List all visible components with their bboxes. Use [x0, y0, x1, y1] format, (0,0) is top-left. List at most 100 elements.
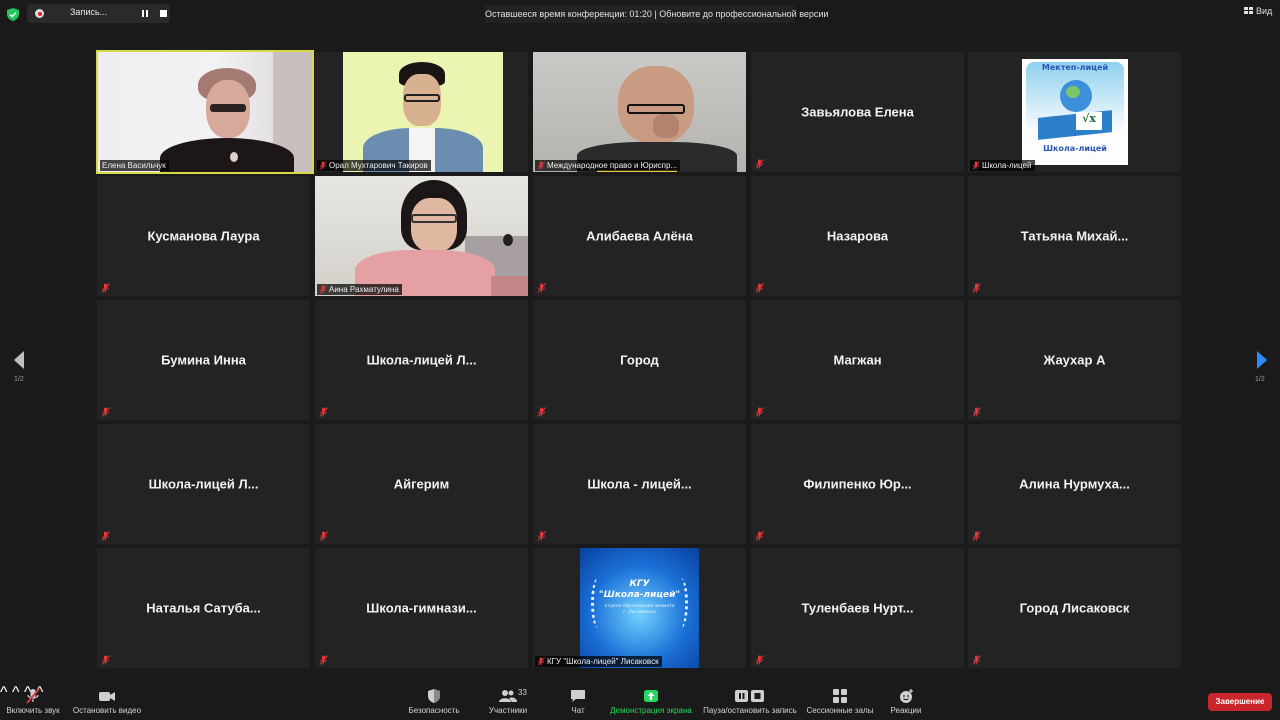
pause-stop-recording-button[interactable]: Пауза/остановить запись: [700, 684, 800, 720]
participant-tile[interactable]: Школа-лицей Л...: [97, 424, 310, 544]
participant-tile[interactable]: Международное право и Юриспр...: [533, 52, 746, 172]
logo-line-3: отдела образования акимата г. Лисаковска: [604, 604, 675, 615]
breakout-rooms-icon: [833, 689, 847, 703]
participant-tile[interactable]: Школа-лицей Л...: [315, 300, 528, 420]
participant-name: Жаухар А: [1043, 352, 1106, 368]
share-screen-icon: [644, 690, 658, 702]
participant-name: Орал Мухтарович Такиров: [329, 161, 428, 170]
breakout-rooms-button[interactable]: Сессионные залы: [804, 684, 876, 720]
record-icon: [35, 9, 44, 18]
pause-recording-icon[interactable]: [141, 10, 149, 18]
participant-tile[interactable]: Аина Рахматулина: [315, 176, 528, 296]
muted-microphone-icon: [101, 531, 110, 541]
unmute-button[interactable]: Включить звук: [2, 684, 64, 720]
participant-name: Город: [620, 352, 659, 368]
top-bar: Запись... Оставшееся время конференции: …: [0, 0, 1280, 28]
participant-tile[interactable]: √x Мектеп-лицей Школа-лицей Школа-лицей: [968, 52, 1181, 172]
participant-tile[interactable]: Алибаева Алёна: [533, 176, 746, 296]
participant-name: Школа-лицей Л...: [148, 476, 259, 492]
participant-name: Город Лисаковск: [1019, 600, 1130, 616]
muted-microphone-icon: [972, 161, 980, 170]
participant-tile[interactable]: Елена Васильчук: [96, 50, 314, 174]
muted-microphone-icon: [101, 407, 110, 417]
participant-tile[interactable]: Школа - лицей...: [533, 424, 746, 544]
participant-name: Елена Васильчук: [102, 161, 166, 170]
muted-microphone-icon: [319, 161, 327, 170]
participant-tile[interactable]: Школа-гимнази...: [315, 548, 528, 668]
page-indicator-right: 1/2: [1255, 376, 1265, 383]
chat-bubble-icon: [571, 690, 585, 702]
participant-tile[interactable]: Жаухар А: [968, 300, 1181, 420]
participant-tile[interactable]: Алина Нурмуха...: [968, 424, 1181, 544]
participant-tile[interactable]: Город: [533, 300, 746, 420]
recording-label: Запись...: [70, 7, 108, 17]
participant-name: КГУ "Школа-лицей" Лисаковск: [547, 657, 659, 666]
share-screen-button[interactable]: Демонстрация экрана: [606, 684, 696, 720]
participant-tile[interactable]: Айгерим: [315, 424, 528, 544]
video-camera-icon: [99, 692, 115, 701]
participant-name: Школа - лицей...: [587, 476, 692, 492]
end-meeting-button[interactable]: Завершение: [1208, 693, 1272, 711]
participant-tile[interactable]: Бумина Инна: [97, 300, 310, 420]
participant-name: Назарова: [826, 228, 889, 244]
muted-microphone-icon: [755, 531, 764, 541]
participant-name: Школа-лицей Л...: [366, 352, 477, 368]
participant-name: Айгерим: [393, 476, 450, 492]
participant-tile[interactable]: Завьялова Елена: [751, 52, 964, 172]
participant-name-tag: КГУ "Школа-лицей" Лисаковск: [535, 656, 662, 667]
chat-button[interactable]: Чат: [560, 684, 596, 720]
participant-tile[interactable]: Кусманова Лаура: [97, 176, 310, 296]
shield-check-icon[interactable]: [7, 8, 19, 21]
shield-icon: [428, 689, 440, 703]
muted-microphone-icon: [972, 531, 981, 541]
time-remaining-banner[interactable]: Оставшееся время конференции: 01:20 | Об…: [485, 5, 828, 23]
participant-name: Филипенко Юр...: [803, 476, 912, 492]
participant-name-tag: Школа-лицей: [970, 160, 1035, 171]
stop-recording-icon[interactable]: [160, 10, 167, 17]
breakout-rooms-label: Сессионные залы: [806, 706, 874, 715]
meeting-toolbar: Включить звук ^ Остановить видео ^ Безоп…: [0, 684, 1280, 720]
participant-tile[interactable]: Город Лисаковск: [968, 548, 1181, 668]
muted-microphone-icon: [319, 407, 328, 417]
logo-text-bottom: Школа-лицей: [1043, 144, 1107, 153]
participant-tile[interactable]: Назарова: [751, 176, 964, 296]
participant-name-tag: Елена Васильчук: [100, 160, 169, 171]
participant-tile[interactable]: КГУ "Школа-лицей" отдела образования аки…: [533, 548, 746, 668]
muted-microphone-icon: [537, 407, 546, 417]
participant-name-tag: Аина Рахматулина: [317, 284, 402, 295]
participant-tile[interactable]: Филипенко Юр...: [751, 424, 964, 544]
participant-tile[interactable]: Магжан: [751, 300, 964, 420]
reactions-button[interactable]: Реакции: [884, 684, 928, 720]
muted-microphone-icon: [755, 655, 764, 665]
participant-name: Школа-лицей: [982, 161, 1032, 170]
logo-text-top: Мектеп-лицей: [1041, 63, 1109, 72]
muted-microphone-icon: [755, 159, 764, 169]
participant-name: Международное право и Юриспр...: [547, 161, 678, 170]
participant-name: Аина Рахматулина: [329, 285, 399, 294]
view-button[interactable]: Вид: [1244, 6, 1272, 16]
participant-name: Татьяна Михай...: [1020, 228, 1129, 244]
share-screen-label: Демонстрация экрана: [610, 706, 692, 715]
participant-name: Наталья Сатуба...: [146, 600, 261, 616]
muted-microphone-icon: [319, 655, 328, 665]
participant-tile[interactable]: Орал Мухтарович Такиров: [315, 52, 528, 172]
previous-page-arrow-icon[interactable]: [12, 350, 26, 370]
security-label: Безопасность: [408, 706, 460, 715]
microphone-muted-icon: [26, 688, 40, 704]
security-button[interactable]: Безопасность: [404, 684, 464, 720]
next-page-arrow-icon[interactable]: [1255, 350, 1269, 370]
logo-line-2: "Школа-лицей": [598, 590, 681, 600]
stop-video-button[interactable]: Остановить видео: [70, 684, 144, 720]
muted-microphone-icon: [101, 283, 110, 293]
muted-microphone-icon: [755, 283, 764, 293]
stop-video-label: Остановить видео: [72, 706, 142, 715]
participant-tile[interactable]: Наталья Сатуба...: [97, 548, 310, 668]
muted-microphone-icon: [537, 657, 545, 666]
reactions-label: Реакции: [890, 706, 922, 715]
participant-name: Завьялова Елена: [801, 104, 914, 120]
muted-microphone-icon: [319, 531, 328, 541]
muted-microphone-icon: [537, 283, 546, 293]
muted-microphone-icon: [319, 285, 327, 294]
participant-tile[interactable]: Татьяна Михай...: [968, 176, 1181, 296]
participant-tile[interactable]: Туленбаев Нурт...: [751, 548, 964, 668]
